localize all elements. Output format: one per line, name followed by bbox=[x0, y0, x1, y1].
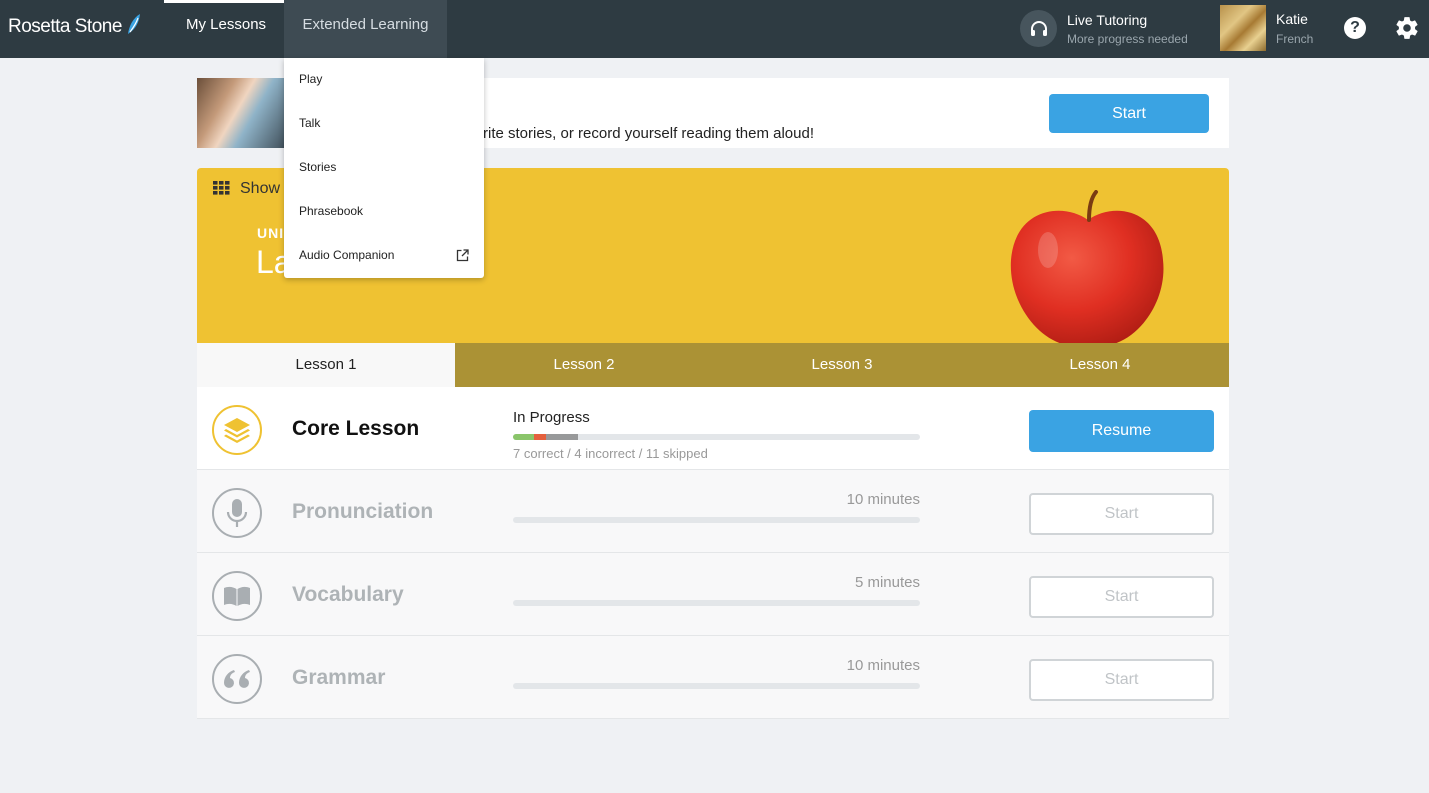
apple-illustration bbox=[1003, 190, 1173, 343]
stories-description: rite stories, or record yourself reading… bbox=[483, 125, 814, 142]
activity-title: Pronunciation bbox=[292, 500, 434, 523]
activity-title: Core Lesson bbox=[292, 417, 420, 440]
tab-lesson-1[interactable]: Lesson 1 bbox=[197, 343, 455, 387]
tab-lesson-4[interactable]: Lesson 4 bbox=[971, 343, 1229, 387]
gear-icon[interactable] bbox=[1394, 15, 1420, 46]
duration-text: 10 minutes bbox=[846, 657, 920, 674]
progress-bar bbox=[513, 683, 920, 689]
extended-learning-dropdown: Play Talk Stories Phrasebook Audio Compa… bbox=[284, 58, 484, 278]
live-tutoring[interactable]: Live Tutoring More progress needed bbox=[1020, 10, 1188, 47]
avatar bbox=[1220, 5, 1266, 51]
user-language: French bbox=[1276, 31, 1314, 46]
progress-incorrect-segment bbox=[534, 434, 546, 440]
resume-button[interactable]: Resume bbox=[1029, 410, 1214, 452]
logo-text: Rosetta Stone bbox=[8, 16, 122, 37]
progress-bar bbox=[513, 517, 920, 523]
menu-item-play[interactable]: Play bbox=[299, 72, 322, 86]
menu-item-audio-companion[interactable]: Audio Companion bbox=[299, 248, 394, 262]
duration-text: 5 minutes bbox=[854, 574, 920, 591]
live-tutoring-subtitle: More progress needed bbox=[1067, 31, 1188, 46]
progress-correct-segment bbox=[513, 434, 534, 440]
lesson-tabs: Lesson 1 Lesson 2 Lesson 3 Lesson 4 bbox=[197, 343, 1229, 387]
layers-icon bbox=[212, 405, 262, 455]
book-icon bbox=[212, 571, 262, 621]
activity-list: Core Lesson In Progress 7 correct / 4 in… bbox=[197, 387, 1229, 719]
unit-number-label: UNI bbox=[257, 225, 285, 241]
activity-row-vocabulary: Vocabulary 5 minutes Start bbox=[197, 553, 1229, 636]
quote-icon bbox=[212, 654, 262, 704]
status-text: In Progress bbox=[513, 409, 590, 426]
activity-row-core-lesson: Core Lesson In Progress 7 correct / 4 in… bbox=[197, 387, 1229, 470]
tab-lesson-3[interactable]: Lesson 3 bbox=[713, 343, 971, 387]
activity-title: Grammar bbox=[292, 666, 386, 689]
core-progress-bar bbox=[513, 434, 920, 440]
rosetta-stone-logo[interactable]: Rosetta Stone bbox=[8, 14, 143, 40]
live-tutoring-title: Live Tutoring bbox=[1067, 11, 1148, 28]
microphone-icon bbox=[212, 488, 262, 538]
stories-thumbnail bbox=[197, 78, 287, 148]
pronunciation-start-button[interactable]: Start bbox=[1029, 493, 1214, 535]
score-text: 7 correct / 4 incorrect / 11 skipped bbox=[513, 446, 708, 461]
menu-item-stories[interactable]: Stories bbox=[299, 160, 336, 174]
top-bar: Rosetta Stone My Lessons Extended Learni… bbox=[0, 0, 1429, 58]
activity-title: Vocabulary bbox=[292, 583, 404, 606]
progress-bar bbox=[513, 600, 920, 606]
activity-row-pronunciation: Pronunciation 10 minutes Start bbox=[197, 470, 1229, 553]
grid-icon[interactable] bbox=[213, 181, 230, 200]
external-link-icon bbox=[456, 249, 469, 267]
help-icon[interactable]: ? bbox=[1344, 17, 1366, 39]
tab-my-lessons[interactable]: My Lessons bbox=[164, 0, 289, 58]
menu-item-talk[interactable]: Talk bbox=[299, 116, 320, 130]
logo-mark-icon bbox=[125, 12, 143, 42]
vocabulary-start-button[interactable]: Start bbox=[1029, 576, 1214, 618]
grammar-start-button[interactable]: Start bbox=[1029, 659, 1214, 701]
activity-row-grammar: Grammar 10 minutes Start bbox=[197, 636, 1229, 719]
user-menu[interactable]: Katie French bbox=[1220, 5, 1313, 51]
user-name: Katie bbox=[1276, 10, 1308, 27]
progress-skipped-segment bbox=[546, 434, 578, 440]
stories-start-button[interactable]: Start bbox=[1049, 94, 1209, 133]
tab-lesson-2[interactable]: Lesson 2 bbox=[455, 343, 713, 387]
tab-extended-learning[interactable]: Extended Learning bbox=[284, 0, 447, 58]
duration-text: 10 minutes bbox=[846, 491, 920, 508]
headphones-icon bbox=[1020, 10, 1057, 47]
show-units-label[interactable]: Show bbox=[240, 180, 280, 198]
menu-item-phrasebook[interactable]: Phrasebook bbox=[299, 204, 363, 218]
